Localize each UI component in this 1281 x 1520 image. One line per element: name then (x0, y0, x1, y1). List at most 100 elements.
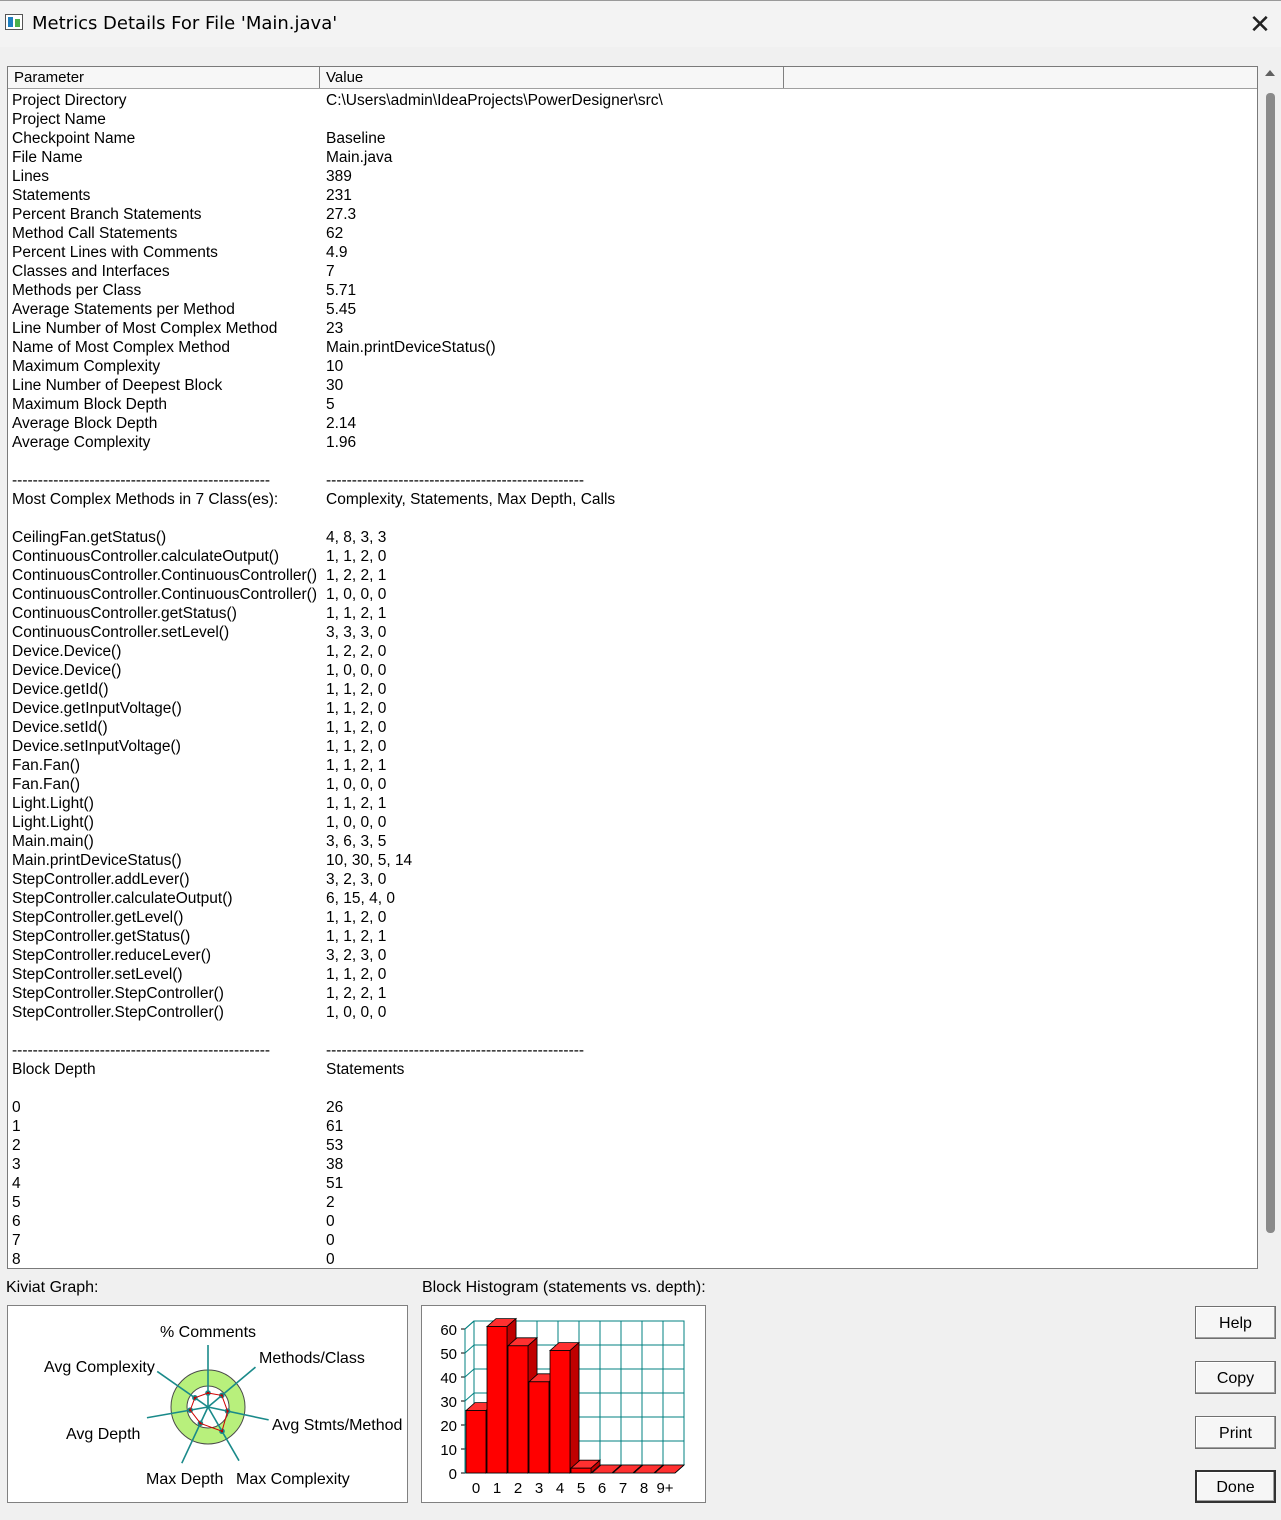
table-row[interactable] (8, 509, 1257, 528)
close-button[interactable]: ✕ (1245, 9, 1275, 39)
table-row[interactable]: StepController.StepController() 1, 2, 2, … (8, 984, 1257, 1003)
table-row[interactable]: Checkpoint Name Baseline (8, 129, 1257, 148)
histogram-bar (465, 1410, 487, 1474)
table-row[interactable] (8, 1022, 1257, 1041)
table-row[interactable]: StepController.setLevel() 1, 1, 2, 0 (8, 965, 1257, 984)
table-row[interactable]: Block Depth Statements (8, 1060, 1257, 1079)
table-row[interactable]: 2 53 (8, 1136, 1257, 1155)
table-row[interactable]: Main.printDeviceStatus() 10, 30, 5, 14 (8, 851, 1257, 870)
table-row[interactable]: Percent Lines with Comments 4.9 (8, 243, 1257, 262)
table-row[interactable]: Device.Device() 1, 2, 2, 0 (8, 642, 1257, 661)
table-row[interactable]: 60 (8, 1212, 1257, 1231)
table-row[interactable]: Device.getInputVoltage() 1, 1, 2, 0 (8, 699, 1257, 718)
parameter-cell: StepController.setLevel() (12, 966, 183, 983)
done-button[interactable]: Done (1195, 1470, 1276, 1503)
table-row[interactable]: 3 38 (8, 1155, 1257, 1174)
histogram-bar (507, 1345, 529, 1474)
column-header-parameter[interactable]: Parameter (8, 67, 320, 88)
table-row[interactable]: Name of Most Complex Method Main.printDev… (8, 338, 1257, 357)
table-row[interactable]: StepController.getLevel() 1, 1, 2, 0 (8, 908, 1257, 927)
histogram-bar (486, 1326, 508, 1474)
help-button[interactable]: Help (1195, 1306, 1276, 1339)
parameter-cell: CeilingFan.getStatus() (12, 529, 167, 546)
table-row[interactable]: ContinuousController.ContinuousControlle… (8, 566, 1257, 585)
table-row[interactable]: Statements 231 (8, 186, 1257, 205)
table-row[interactable]: ContinuousController.calculateOutput() 1,… (8, 547, 1257, 566)
table-row[interactable]: 80 (8, 1250, 1257, 1268)
table-row[interactable]: Method Call Statements 62 (8, 224, 1257, 243)
table-row[interactable]: Main.main() 3, 6, 3, 5 (8, 832, 1257, 851)
table-row[interactable]: Device.setId() 1, 1, 2, 0 (8, 718, 1257, 737)
table-row[interactable]: 52 (8, 1193, 1257, 1212)
table-row[interactable]: ContinuousController.getStatus() 1, 1, 2,… (8, 604, 1257, 623)
table-row[interactable] (8, 1079, 1257, 1098)
kiviat-axis-label: % Comments (160, 1324, 256, 1341)
table-row[interactable]: Project Directory C:\Users\admin\IdeaProj… (8, 91, 1257, 110)
value-cell: 1, 0, 0, 0 (326, 586, 387, 603)
table-row[interactable]: 1 61 (8, 1117, 1257, 1136)
table-row[interactable]: ----------------------------------------… (8, 471, 1257, 490)
table-row[interactable]: StepController.StepController() 1, 0, 0, … (8, 1003, 1257, 1022)
value-cell: 30 (326, 377, 344, 394)
value-cell: 3, 2, 3, 0 (326, 947, 387, 964)
parameter-cell: Average Complexity (12, 434, 151, 451)
value-cell: 1, 2, 2, 1 (326, 567, 387, 584)
table-row[interactable]: CeilingFan.getStatus() 4, 8, 3, 3 (8, 528, 1257, 547)
table-row[interactable]: Classes and Interfaces 7 (8, 262, 1257, 281)
table-row[interactable]: ----------------------------------------… (8, 1041, 1257, 1060)
scroll-thumb[interactable] (1266, 93, 1275, 1233)
parameter-cell: Lines (12, 168, 50, 185)
table-row[interactable]: StepController.getStatus() 1, 1, 2, 1 (8, 927, 1257, 946)
copy-button[interactable]: Copy (1195, 1361, 1276, 1394)
table-row[interactable]: Maximum Complexity 10 (8, 357, 1257, 376)
table-row[interactable]: 70 (8, 1231, 1257, 1250)
metrics-table[interactable]: Parameter Value Project Directory C:\User… (7, 66, 1258, 1269)
table-row[interactable]: ContinuousController.setLevel() 3, 3, 3, … (8, 623, 1257, 642)
histogram-label: Block Histogram (statements vs. depth): (422, 1279, 706, 1296)
value-cell: 1, 1, 2, 1 (326, 928, 387, 945)
table-row[interactable]: Device.getId() 1, 1, 2, 0 (8, 680, 1257, 699)
column-header-value[interactable]: Value (320, 67, 784, 88)
table-row[interactable]: Most Complex Methods in 7 Class(es): Comp… (8, 490, 1257, 509)
table-row[interactable]: Percent Branch Statements 27.3 (8, 205, 1257, 224)
print-button[interactable]: Print (1195, 1416, 1276, 1449)
table-row[interactable]: 0 26 (8, 1098, 1257, 1117)
table-row[interactable]: ContinuousController.ContinuousControlle… (8, 585, 1257, 604)
table-row[interactable]: Light.Light() 1, 1, 2, 1 (8, 794, 1257, 813)
table-row[interactable]: StepController.calculateOutput() 6, 15, 4… (8, 889, 1257, 908)
table-row[interactable]: StepController.reduceLever() 3, 2, 3, 0 (8, 946, 1257, 965)
table-row[interactable]: Fan.Fan() 1, 1, 2, 1 (8, 756, 1257, 775)
table-row[interactable]: Methods per Class 5.71 (8, 281, 1257, 300)
table-row[interactable]: Line Number of Deepest Block 30 (8, 376, 1257, 395)
table-row[interactable]: Device.setInputVoltage() 1, 1, 2, 0 (8, 737, 1257, 756)
value-cell: Main.printDeviceStatus() (326, 339, 496, 356)
table-row[interactable]: Lines 389 (8, 167, 1257, 186)
vertical-scrollbar[interactable] (1262, 66, 1278, 1269)
parameter-cell: 1 (12, 1118, 21, 1135)
table-row[interactable]: Average Block Depth 2.14 (8, 414, 1257, 433)
table-row[interactable]: 4 51 (8, 1174, 1257, 1193)
value-cell: 1, 1, 2, 1 (326, 757, 387, 774)
table-row[interactable]: Device.Device() 1, 0, 0, 0 (8, 661, 1257, 680)
parameter-cell: ContinuousController.setLevel() (12, 624, 230, 641)
table-row[interactable]: StepController.addLever() 3, 2, 3, 0 (8, 870, 1257, 889)
table-row[interactable]: File Name Main.java (8, 148, 1257, 167)
y-tick-label: 40 (440, 1370, 457, 1387)
table-row[interactable] (8, 452, 1257, 471)
table-row[interactable]: Maximum Block Depth 5 (8, 395, 1257, 414)
table-row[interactable]: Project Name (8, 110, 1257, 129)
value-cell: 10, 30, 5, 14 (326, 852, 413, 869)
kiviat-axis-label: Max Complexity (236, 1471, 350, 1488)
table-row[interactable]: Average Statements per Method 5.45 (8, 300, 1257, 319)
table-row[interactable]: Light.Light() 1, 0, 0, 0 (8, 813, 1257, 832)
value-cell: 1, 1, 2, 0 (326, 681, 387, 698)
scroll-up-icon[interactable] (1265, 70, 1275, 76)
parameter-cell: Statements (12, 187, 91, 204)
grid-line (464, 1392, 475, 1402)
table-row[interactable]: Line Number of Most Complex Method 23 (8, 319, 1257, 338)
value-cell: ----------------------------------------… (326, 1042, 585, 1059)
table-row[interactable]: Fan.Fan() 1, 0, 0, 0 (8, 775, 1257, 794)
value-cell: 1, 0, 0, 0 (326, 1004, 387, 1021)
kiviat-axis-label: Methods/Class (259, 1350, 365, 1367)
table-row[interactable]: Average Complexity 1.96 (8, 433, 1257, 452)
